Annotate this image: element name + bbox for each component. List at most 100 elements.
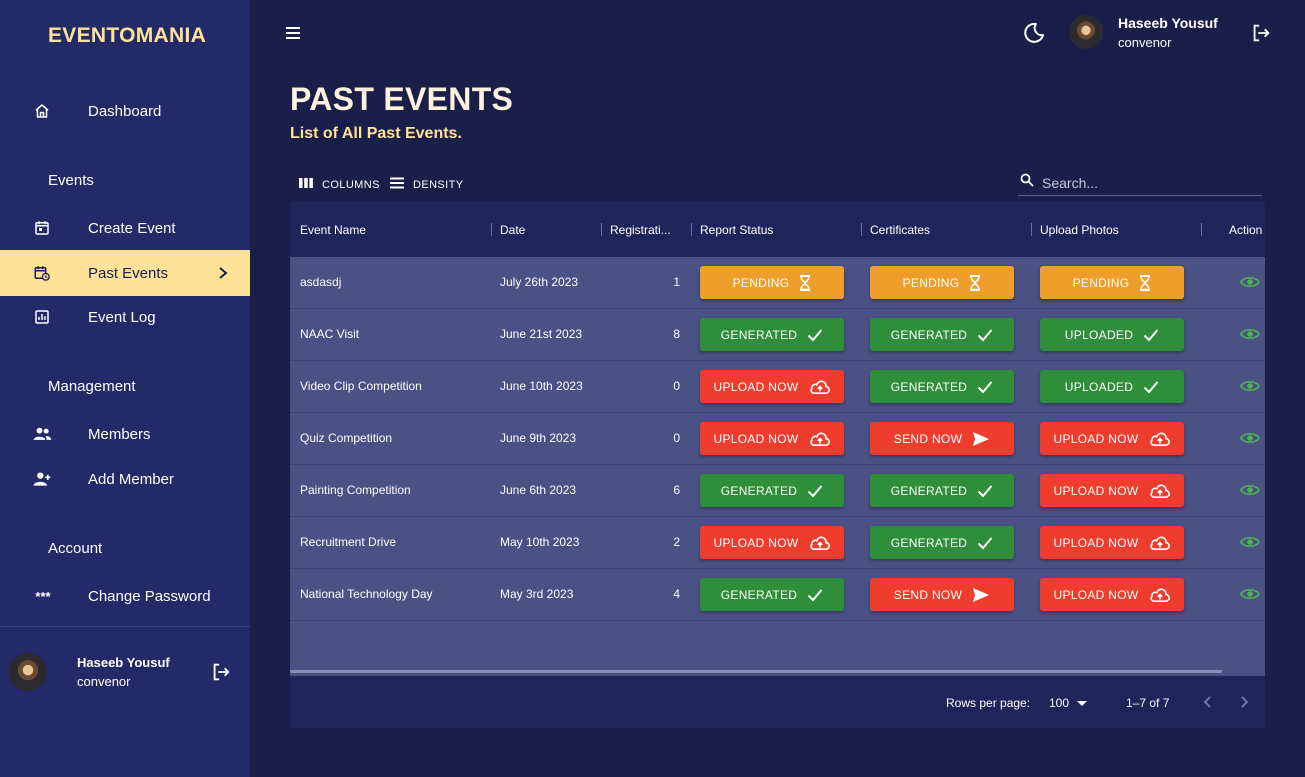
event-name-cell: NAAC Visit <box>300 327 360 341</box>
previous-page-icon[interactable] <box>1200 693 1216 716</box>
calendar-icon <box>32 218 52 238</box>
sidebar-item-event-log[interactable]: Event Log <box>0 294 250 340</box>
rows-per-page-label: Rows per page: <box>946 696 1031 710</box>
photos-uploaded-button[interactable]: UPLOADED <box>1040 318 1184 351</box>
density-label: DENSITY <box>413 178 464 191</box>
pill-label: UPLOAD NOW <box>1053 535 1139 550</box>
column-separator[interactable] <box>601 223 602 236</box>
sidebar-divider <box>0 626 250 627</box>
search-box[interactable] <box>1018 170 1262 196</box>
eye-icon[interactable] <box>1239 535 1261 554</box>
table-row[interactable]: Video Clip Competition June 10th 2023 0 … <box>290 361 1265 413</box>
column-header-registrations[interactable]: Registrati... <box>610 223 671 237</box>
sidebar-user-card: Haseeb Yousuf convenor <box>0 640 250 710</box>
certificates-generated-button[interactable]: GENERATED <box>870 318 1014 351</box>
certificates-generated-button[interactable]: GENERATED <box>870 526 1014 559</box>
report-generated-button[interactable]: GENERATED <box>700 318 844 351</box>
density-button[interactable]: DENSITY <box>389 177 463 192</box>
column-header-date[interactable]: Date <box>500 223 525 237</box>
photos-upload-now-button[interactable]: UPLOAD NOW <box>1040 578 1184 611</box>
table-row[interactable]: Quiz Competition June 9th 2023 0 UPLOAD … <box>290 413 1265 465</box>
photos-upload-now-button[interactable]: UPLOAD NOW <box>1040 474 1184 507</box>
pill-label: UPLOAD NOW <box>713 379 799 394</box>
moon-icon[interactable] <box>1022 21 1046 50</box>
check-icon <box>1143 328 1159 342</box>
logout-icon[interactable] <box>1250 22 1272 49</box>
check-icon <box>807 588 823 602</box>
eye-icon[interactable] <box>1239 587 1261 606</box>
table-row[interactable]: Painting Competition June 6th 2023 6 GEN… <box>290 465 1265 517</box>
column-separator[interactable] <box>491 223 492 236</box>
rows-per-page-value: 100 <box>1049 696 1070 710</box>
photos-uploaded-button[interactable]: UPLOADED <box>1040 370 1184 403</box>
sidebar-item-add-member[interactable]: Add Member <box>0 456 250 502</box>
table-row[interactable]: NAAC Visit June 21st 2023 8 GENERATED GE… <box>290 309 1265 361</box>
table-row[interactable]: Recruitment Drive May 10th 2023 2 UPLOAD… <box>290 517 1265 569</box>
column-header-certificates[interactable]: Certificates <box>870 223 930 237</box>
sidebar-item-members[interactable]: Members <box>0 411 250 457</box>
eye-icon[interactable] <box>1239 275 1261 294</box>
pill-label: GENERATED <box>720 327 798 342</box>
calendar-history-icon <box>32 263 52 283</box>
table-row[interactable]: asdasdj July 26th 2023 1 PENDING PENDING… <box>290 257 1265 309</box>
pill-label: UPLOADED <box>1064 327 1134 342</box>
column-separator[interactable] <box>1201 223 1202 236</box>
search-input[interactable] <box>1042 174 1242 191</box>
brand-logo[interactable]: EVENTOMANIA <box>48 24 206 48</box>
sidebar-item-label: Event Log <box>88 308 156 326</box>
column-separator[interactable] <box>691 223 692 236</box>
report-generated-button[interactable]: GENERATED <box>700 474 844 507</box>
cloud-upload-icon <box>1149 431 1171 447</box>
people-icon <box>32 424 52 444</box>
report-upload-now-button[interactable]: UPLOAD NOW <box>700 526 844 559</box>
certificates-send-now-button[interactable]: SEND NOW <box>870 422 1014 455</box>
photos-upload-now-button[interactable]: UPLOAD NOW <box>1040 526 1184 559</box>
eye-icon[interactable] <box>1239 379 1261 398</box>
table-row[interactable]: National Technology Day May 3rd 2023 4 G… <box>290 569 1265 621</box>
report-upload-now-button[interactable]: UPLOAD NOW <box>700 422 844 455</box>
report-generated-button[interactable]: GENERATED <box>700 578 844 611</box>
search-icon <box>1020 173 1034 192</box>
certificates-send-now-button[interactable]: SEND NOW <box>870 578 1014 611</box>
menu-icon[interactable] <box>284 24 302 47</box>
report-pending-button[interactable]: PENDING <box>700 266 844 299</box>
next-page-icon[interactable] <box>1236 693 1252 716</box>
sidebar-item-label: Add Member <box>88 470 174 488</box>
add-person-icon <box>32 469 52 489</box>
send-icon <box>972 431 990 447</box>
pill-label: GENERATED <box>720 483 798 498</box>
pill-label: SEND NOW <box>893 587 963 602</box>
column-header-action[interactable]: Action <box>1229 223 1262 237</box>
sidebar-item-past-events[interactable]: Past Events <box>0 250 250 296</box>
bar-chart-icon <box>32 307 52 327</box>
column-header-upload-photos[interactable]: Upload Photos <box>1040 223 1119 237</box>
column-separator[interactable] <box>1031 223 1032 236</box>
event-name-cell: Painting Competition <box>300 483 411 497</box>
photos-upload-now-button[interactable]: UPLOAD NOW <box>1040 422 1184 455</box>
sidebar-item-dashboard[interactable]: Dashboard <box>0 88 250 134</box>
column-header-report-status[interactable]: Report Status <box>700 223 773 237</box>
photos-pending-button[interactable]: PENDING <box>1040 266 1184 299</box>
eye-icon[interactable] <box>1239 431 1261 450</box>
hourglass-icon <box>799 274 811 291</box>
check-icon <box>977 328 993 342</box>
certificates-generated-button[interactable]: GENERATED <box>870 474 1014 507</box>
certificates-pending-button[interactable]: PENDING <box>870 266 1014 299</box>
eye-icon[interactable] <box>1239 327 1261 346</box>
logout-icon[interactable] <box>210 661 232 688</box>
date-cell: June 10th 2023 <box>500 379 583 393</box>
home-icon <box>32 101 52 121</box>
eye-icon[interactable] <box>1239 483 1261 502</box>
sidebar-item-create-event[interactable]: Create Event <box>0 205 250 251</box>
avatar[interactable] <box>1069 15 1103 49</box>
column-header-event-name[interactable]: Event Name <box>300 223 366 237</box>
sidebar-item-change-password[interactable]: *** Change Password <box>0 573 250 619</box>
table-footer: Rows per page: 100 1–7 of 7 <box>290 676 1265 728</box>
horizontal-scrollbar[interactable] <box>290 670 1222 673</box>
columns-button[interactable]: COLUMNS <box>298 177 380 192</box>
column-separator[interactable] <box>861 223 862 236</box>
pill-label: UPLOAD NOW <box>1053 587 1139 602</box>
rows-per-page-select[interactable]: 100 <box>1049 696 1088 710</box>
certificates-generated-button[interactable]: GENERATED <box>870 370 1014 403</box>
report-upload-now-button[interactable]: UPLOAD NOW <box>700 370 844 403</box>
